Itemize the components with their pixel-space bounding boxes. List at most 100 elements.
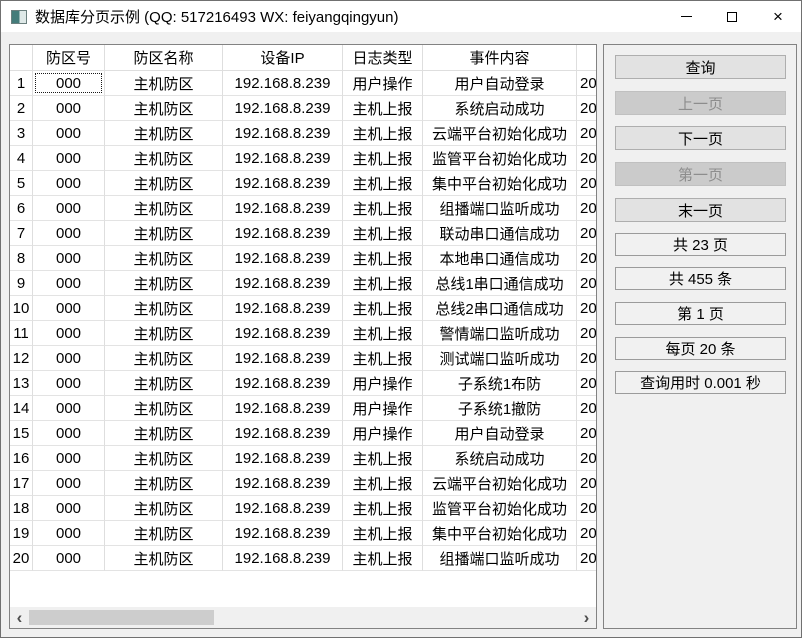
cell-zone-name[interactable]: 主机防区 xyxy=(105,471,223,496)
cell-time[interactable]: 20 xyxy=(577,496,596,521)
cell-time[interactable]: 20 xyxy=(577,396,596,421)
row-number-cell[interactable]: 4 xyxy=(10,146,33,171)
cell-time[interactable]: 20 xyxy=(577,446,596,471)
close-button[interactable]: × xyxy=(755,1,801,32)
cell-zone-name[interactable]: 主机防区 xyxy=(105,546,223,571)
cell-zone-name[interactable]: 主机防区 xyxy=(105,121,223,146)
cell-device-ip[interactable]: 192.168.8.239 xyxy=(223,521,343,546)
row-number-cell[interactable]: 17 xyxy=(10,471,33,496)
cell-time[interactable]: 20 xyxy=(577,346,596,371)
cell-time[interactable]: 20 xyxy=(577,371,596,396)
maximize-button[interactable] xyxy=(709,1,755,32)
cell-time[interactable]: 20 xyxy=(577,71,596,96)
cell-event-content[interactable]: 组播端口监听成功 xyxy=(423,196,577,221)
cell-time[interactable]: 20 xyxy=(577,246,596,271)
cell-zone-name[interactable]: 主机防区 xyxy=(105,321,223,346)
row-number-cell[interactable]: 18 xyxy=(10,496,33,521)
cell-zone-name[interactable]: 主机防区 xyxy=(105,271,223,296)
cell-event-content[interactable]: 集中平台初始化成功 xyxy=(423,171,577,196)
cell-time[interactable]: 20 xyxy=(577,271,596,296)
cell-event-content[interactable]: 总线1串口通信成功 xyxy=(423,271,577,296)
cell-zone-code[interactable]: 000 xyxy=(33,346,105,371)
row-number-cell[interactable]: 20 xyxy=(10,546,33,571)
cell-zone-name[interactable]: 主机防区 xyxy=(105,421,223,446)
cell-event-content[interactable]: 集中平台初始化成功 xyxy=(423,521,577,546)
cell-device-ip[interactable]: 192.168.8.239 xyxy=(223,121,343,146)
row-number-cell[interactable]: 16 xyxy=(10,446,33,471)
cell-event-content[interactable]: 用户自动登录 xyxy=(423,71,577,96)
row-number-cell[interactable]: 14 xyxy=(10,396,33,421)
cell-event-content[interactable]: 系统启动成功 xyxy=(423,446,577,471)
cell-zone-name[interactable]: 主机防区 xyxy=(105,521,223,546)
cell-zone-code[interactable]: 000 xyxy=(33,521,105,546)
prev-page-button[interactable]: 上一页 xyxy=(615,91,786,115)
cell-event-content[interactable]: 系统启动成功 xyxy=(423,96,577,121)
cell-log-type[interactable]: 主机上报 xyxy=(343,146,423,171)
cell-time[interactable]: 20 xyxy=(577,296,596,321)
header-zone-name[interactable]: 防区名称 xyxy=(105,45,223,71)
cell-device-ip[interactable]: 192.168.8.239 xyxy=(223,71,343,96)
cell-zone-code[interactable]: 000 xyxy=(33,296,105,321)
cell-zone-name[interactable]: 主机防区 xyxy=(105,196,223,221)
cell-zone-code[interactable]: 000 xyxy=(33,396,105,421)
cell-zone-name[interactable]: 主机防区 xyxy=(105,296,223,321)
cell-log-type[interactable]: 主机上报 xyxy=(343,346,423,371)
cell-zone-code[interactable]: 000 xyxy=(33,246,105,271)
cell-time[interactable]: 20 xyxy=(577,121,596,146)
cell-zone-name[interactable]: 主机防区 xyxy=(105,246,223,271)
cell-device-ip[interactable]: 192.168.8.239 xyxy=(223,171,343,196)
cell-log-type[interactable]: 用户操作 xyxy=(343,371,423,396)
row-number-cell[interactable]: 19 xyxy=(10,521,33,546)
row-number-cell[interactable]: 7 xyxy=(10,221,33,246)
cell-device-ip[interactable]: 192.168.8.239 xyxy=(223,246,343,271)
cell-device-ip[interactable]: 192.168.8.239 xyxy=(223,221,343,246)
cell-event-content[interactable]: 云端平台初始化成功 xyxy=(423,471,577,496)
cell-event-content[interactable]: 监管平台初始化成功 xyxy=(423,146,577,171)
cell-event-content[interactable]: 组播端口监听成功 xyxy=(423,546,577,571)
cell-device-ip[interactable]: 192.168.8.239 xyxy=(223,421,343,446)
row-number-cell[interactable]: 9 xyxy=(10,271,33,296)
row-number-cell[interactable]: 11 xyxy=(10,321,33,346)
cell-log-type[interactable]: 用户操作 xyxy=(343,421,423,446)
cell-device-ip[interactable]: 192.168.8.239 xyxy=(223,446,343,471)
cell-zone-code[interactable]: 000 xyxy=(33,221,105,246)
cell-event-content[interactable]: 测试端口监听成功 xyxy=(423,346,577,371)
cell-zone-code[interactable]: 000 xyxy=(33,321,105,346)
cell-zone-code[interactable]: 000 xyxy=(33,196,105,221)
cell-event-content[interactable]: 子系统1撤防 xyxy=(423,396,577,421)
cell-log-type[interactable]: 主机上报 xyxy=(343,521,423,546)
cell-device-ip[interactable]: 192.168.8.239 xyxy=(223,546,343,571)
first-page-button[interactable]: 第一页 xyxy=(615,162,786,186)
cell-zone-name[interactable]: 主机防区 xyxy=(105,371,223,396)
row-number-cell[interactable]: 5 xyxy=(10,171,33,196)
cell-log-type[interactable]: 主机上报 xyxy=(343,171,423,196)
cell-log-type[interactable]: 主机上报 xyxy=(343,121,423,146)
cell-log-type[interactable]: 主机上报 xyxy=(343,196,423,221)
cell-time[interactable]: 20 xyxy=(577,421,596,446)
cell-device-ip[interactable]: 192.168.8.239 xyxy=(223,146,343,171)
header-time[interactable] xyxy=(577,45,596,71)
cell-log-type[interactable]: 主机上报 xyxy=(343,446,423,471)
header-corner[interactable] xyxy=(10,45,33,71)
cell-time[interactable]: 20 xyxy=(577,171,596,196)
cell-zone-name[interactable]: 主机防区 xyxy=(105,446,223,471)
cell-zone-name[interactable]: 主机防区 xyxy=(105,346,223,371)
row-number-cell[interactable]: 2 xyxy=(10,96,33,121)
cell-log-type[interactable]: 主机上报 xyxy=(343,321,423,346)
cell-log-type[interactable]: 主机上报 xyxy=(343,271,423,296)
cell-zone-code[interactable]: 000 xyxy=(33,446,105,471)
cell-device-ip[interactable]: 192.168.8.239 xyxy=(223,371,343,396)
scroll-left-icon[interactable]: ‹ xyxy=(10,607,29,628)
header-event-content[interactable]: 事件内容 xyxy=(423,45,577,71)
cell-zone-name[interactable]: 主机防区 xyxy=(105,146,223,171)
cell-device-ip[interactable]: 192.168.8.239 xyxy=(223,471,343,496)
cell-log-type[interactable]: 主机上报 xyxy=(343,96,423,121)
cell-log-type[interactable]: 主机上报 xyxy=(343,246,423,271)
cell-zone-code[interactable]: 000 xyxy=(33,146,105,171)
row-number-cell[interactable]: 12 xyxy=(10,346,33,371)
cell-zone-code[interactable]: 000 xyxy=(33,71,105,96)
cell-device-ip[interactable]: 192.168.8.239 xyxy=(223,196,343,221)
cell-time[interactable]: 20 xyxy=(577,196,596,221)
minimize-button[interactable] xyxy=(663,1,709,32)
header-device-ip[interactable]: 设备IP xyxy=(223,45,343,71)
